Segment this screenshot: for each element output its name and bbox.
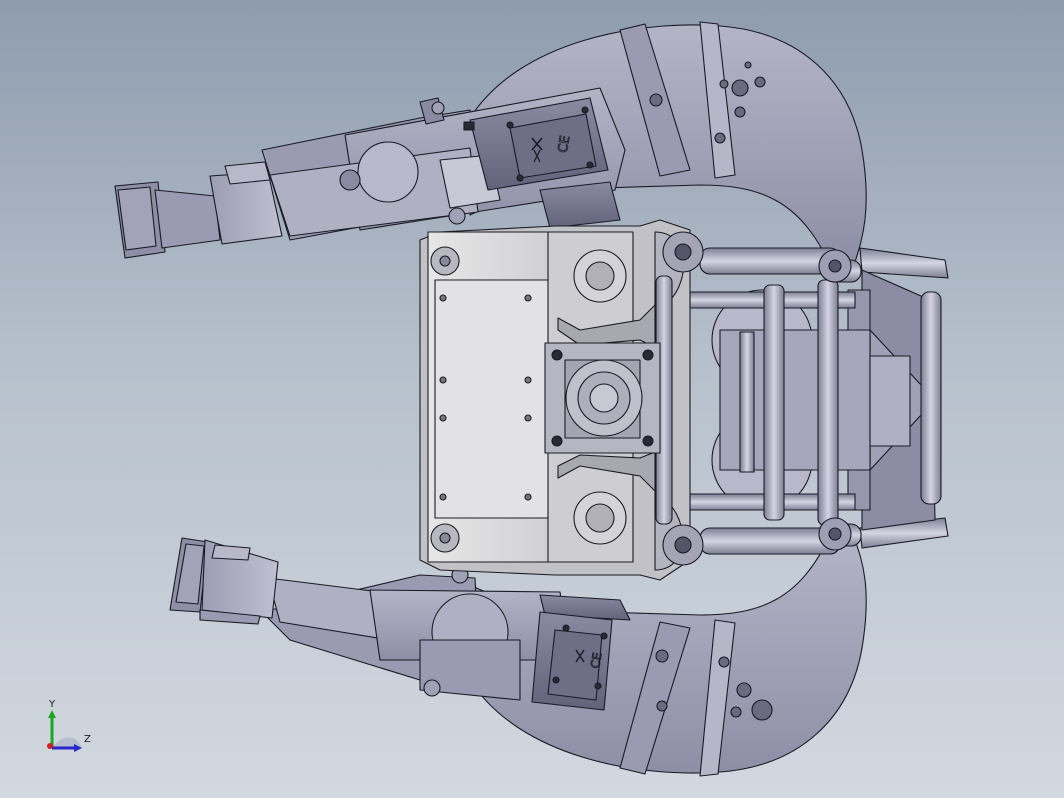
triad-x-axis bbox=[47, 743, 53, 749]
orientation-triad bbox=[47, 710, 82, 752]
svg-text:CE: CE bbox=[556, 134, 574, 154]
lower-servo-with-markings: CE bbox=[531, 611, 613, 711]
triad-y-label: Y bbox=[49, 699, 56, 710]
lower-gripper-tip bbox=[169, 537, 279, 625]
cad-viewport[interactable]: CE CE Y Z bbox=[0, 0, 1064, 798]
triad-z-label: Z bbox=[84, 734, 91, 745]
center-hub-flange bbox=[544, 342, 661, 454]
robot-gripper-model[interactable]: CE CE bbox=[0, 0, 1064, 798]
right-tube-frame bbox=[689, 247, 949, 555]
svg-text:CE: CE bbox=[588, 651, 605, 669]
triad-y-arrowhead bbox=[48, 710, 56, 718]
upper-gripper-tip bbox=[114, 161, 283, 259]
